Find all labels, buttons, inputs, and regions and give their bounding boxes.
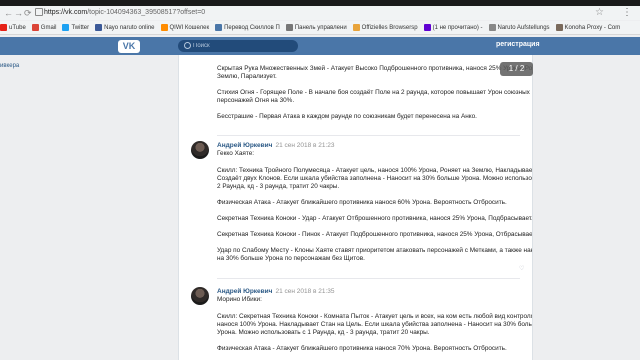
lock-icon [35,8,43,16]
post-text-line: Физическая Атака - Атакует ближайшего пр… [217,345,507,352]
bookmark-item[interactable]: Konoha Proxy - Com [555,21,621,34]
bookmark-star-icon[interactable]: ☆ [595,6,604,20]
browser-menu-icon[interactable]: ⋮ [622,6,632,20]
back-icon[interactable]: ← [4,7,13,19]
post-text-line: Скилл: Секретная Техника Коноки - Комнат… [217,313,533,320]
bookmark-label: (1 не прочитано) - [432,24,483,31]
avatar[interactable] [191,141,209,159]
post-text-line: Землю, Парализует. [217,73,277,80]
bookmark-item[interactable]: uTube [0,21,26,34]
bookmark-favicon-icon [160,24,168,31]
bookmark-label: Gmail [40,24,57,31]
vk-header: VK регистрация [0,37,640,55]
topic-comments: Скрытая Рука Множественных Змей - Атакуе… [178,55,533,360]
bookmark-item[interactable]: Перевод Скиллов П [215,21,280,34]
search-box[interactable] [178,40,298,52]
bookmark-favicon-icon [488,24,496,31]
bookmark-label: Nayo naruto online [104,24,155,31]
like-icon[interactable]: ♡ [519,265,524,272]
bookmark-item[interactable]: Naruto Aufstellungs [488,21,550,34]
post-text-line: Урона. Можно использовать с 1 Раунда, кд… [217,329,430,336]
bookmark-favicon-icon [215,24,223,31]
bookmark-label: uTube [9,24,26,31]
post-text-line: Бесстрашие - Первая Атака в каждом раунд… [217,113,477,120]
bookmark-item[interactable]: Twitter [62,21,89,34]
author-name[interactable]: Андрей Юркевич [217,142,272,149]
search-input[interactable] [193,40,293,52]
bookmark-favicon-icon [423,24,431,31]
post-text-line: Физическая Атака - Атакует ближайшего пр… [217,199,507,206]
post-text-line: нанося 100% Урона. Накладывает Стан на Ц… [217,321,533,328]
bookmark-favicon-icon [0,24,7,31]
post-text-line: Секретная Техника Коноки - Удар - Атакуе… [217,215,533,222]
bookmark-label: Konoha Proxy - Com [564,24,621,31]
post-text-line: Удар по Слабому Месту - Клоны Хаяте став… [217,247,533,254]
bookmark-label: Offizielles Browsersp [361,24,418,31]
author-line: Андрей Юркевич 21 сен 2018 в 21:35 [217,288,335,295]
browser-window: ← → ⟳ https://vk.com/topic-104094363_395… [0,6,640,360]
reload-icon[interactable]: ⟳ [24,7,32,19]
bookmark-favicon-icon [352,24,360,31]
bookmark-label: Панель управлени [294,24,347,31]
post-text-line: Создаёт двух Клонов. Если шкала убийства… [217,175,533,182]
author-line: Андрей Юркевич 21 сен 2018 в 21:23 [217,142,335,149]
post-text-line: Гекко Хаяте: [217,150,255,157]
bookmarks-bar: uTube Gmail Twitter Nayo naruto online QIWI … [0,21,640,35]
bookmark-favicon-icon [95,24,103,31]
post-text-line: Секретная Техника Коноки - Пинок - Атаку… [217,231,533,238]
bookmark-item[interactable]: Панель управлени [285,21,347,34]
url-host: https://vk.com [44,9,88,16]
bookmark-favicon-icon [555,24,563,31]
bookmark-item[interactable]: (1 не прочитано) - [423,21,483,34]
post-divider [217,278,520,279]
bookmark-favicon-icon [31,24,39,31]
bookmark-label: Naruto Aufstellungs [497,24,550,31]
avatar[interactable] [191,287,209,305]
post-text-line: Стихия Огня - Горящее Поле - В начале бо… [217,89,530,96]
left-sidebar-fragment[interactable]: ивкера [0,63,19,69]
search-icon [184,42,191,49]
post-divider [217,135,520,136]
post-text-line: Морино Ибики: [217,296,262,303]
bookmark-item[interactable]: QIWI Кошелек [160,21,210,34]
bookmark-favicon-icon [62,24,70,31]
bookmark-item[interactable]: Offizielles Browsersp [352,21,418,34]
url-path: /topic-104094363_39508517?offset=0 [87,9,206,16]
register-link[interactable]: регистрация [496,41,540,48]
page-indicator[interactable]: 1 / 2 [500,62,533,76]
forward-icon[interactable]: → [14,7,23,19]
post-text-line: Скрытая Рука Множественных Змей - Атакуе… [217,65,533,72]
bookmark-label: QIWI Кошелек [169,24,210,31]
post-date[interactable]: 21 сен 2018 в 21:35 [275,288,334,295]
post-text-line: Скилл: Техника Тройного Полумесяца - Ата… [217,167,533,174]
post-text-line: персонажей Огня на 30%. [217,97,295,104]
bookmark-item[interactable]: Gmail [31,21,57,34]
author-name[interactable]: Андрей Юркевич [217,288,272,295]
post-text-line: 2 Раунда, кд - 3 раунда, тратит 20 чакры… [217,183,340,190]
vk-logo[interactable]: VK [118,40,140,53]
bookmark-item[interactable]: Nayo naruto online [95,21,155,34]
post-text-line: на 30% больше Урона по персонажам без Щи… [217,255,365,262]
bookmark-label: Перевод Скиллов П [224,24,280,31]
address-bar: ← → ⟳ https://vk.com/topic-104094363_395… [0,6,640,20]
bookmark-favicon-icon [285,24,293,31]
post-date[interactable]: 21 сен 2018 в 21:23 [275,142,334,149]
bookmark-label: Twitter [71,24,90,31]
url-field[interactable]: https://vk.com/topic-104094363_39508517?… [44,7,205,19]
